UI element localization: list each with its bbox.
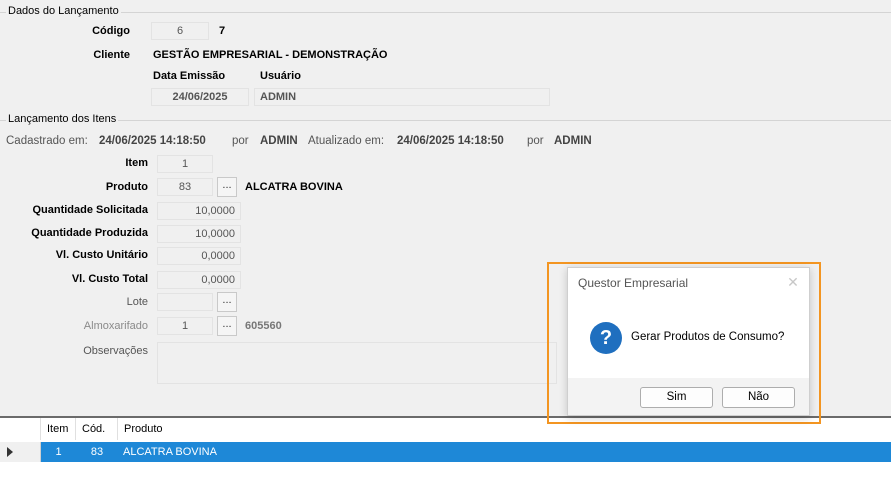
item-field[interactable]: 1 — [157, 155, 213, 173]
lote-field[interactable] — [157, 293, 213, 311]
data-emissao-field[interactable]: 24/06/2025 — [151, 88, 249, 106]
lote-lookup-button[interactable]: ... — [217, 292, 237, 312]
qtd-solicitada-field[interactable]: 10,0000 — [157, 202, 241, 220]
header-section-border — [0, 12, 891, 13]
cliente-value: GESTÃO EMPRESARIAL - DEMONSTRAÇÃO — [153, 49, 388, 61]
items-grid[interactable]: Item Cód. Produto 1 83 ALCATRA BOVINA — [0, 416, 891, 477]
produto-code-field[interactable]: 83 — [157, 178, 213, 196]
vl-custo-total-label: Vl. Custo Total — [71, 273, 148, 285]
grid-cell-cod: 83 — [90, 446, 104, 458]
codigo-label: Código — [92, 25, 130, 37]
cadastrado-value: 24/06/2025 14:18:50 — [99, 135, 206, 147]
confirm-dialog: Questor Empresarial ✕ ? Gerar Produtos d… — [567, 267, 810, 416]
produto-lookup-button[interactable]: ... — [217, 177, 237, 197]
qtd-produzida-field[interactable]: 10,0000 — [157, 225, 241, 243]
dialog-message: Gerar Produtos de Consumo? — [631, 331, 785, 343]
almox-code-field[interactable]: 1 — [157, 317, 213, 335]
qtd-solicitada-label: Quantidade Solicitada — [32, 204, 148, 216]
data-emissao-label: Data Emissão — [153, 70, 226, 82]
cadastrado-label: Cadastrado em: — [6, 135, 88, 147]
vl-custo-unit-label: Vl. Custo Unitário — [55, 249, 148, 261]
close-icon[interactable]: ✕ — [785, 274, 801, 290]
almox-lookup-button[interactable]: ... — [217, 316, 237, 336]
dialog-title: Questor Empresarial — [578, 276, 689, 290]
row-pointer-icon — [7, 447, 13, 457]
por1-label: por — [232, 135, 249, 147]
qtd-produzida-label: Quantidade Produzida — [31, 227, 148, 239]
items-section-border — [0, 120, 891, 121]
por2-value: ADMIN — [554, 135, 592, 147]
produto-name: ALCATRA BOVINA — [245, 181, 343, 193]
question-icon: ? — [590, 322, 622, 354]
dialog-footer: Sim Não — [568, 378, 809, 415]
produto-label: Produto — [105, 181, 148, 193]
obs-textarea[interactable] — [157, 342, 557, 384]
por1-value: ADMIN — [260, 135, 298, 147]
usuario-label: Usuário — [260, 70, 301, 82]
header-section-legend: Dados do Lançamento — [6, 5, 121, 17]
almox-label: Almoxarifado — [83, 320, 148, 332]
cliente-label: Cliente — [93, 49, 130, 61]
grid-header-cod[interactable]: Cód. — [76, 418, 118, 440]
codigo-field[interactable]: 6 — [151, 22, 209, 40]
table-row[interactable]: 1 83 ALCATRA BOVINA — [0, 442, 891, 462]
grid-cell-item: 1 — [55, 446, 62, 458]
por2-label: por — [527, 135, 544, 147]
item-label: Item — [125, 157, 148, 169]
items-section-legend: Lançamento dos Itens — [6, 113, 119, 125]
atualizado-value: 24/06/2025 14:18:50 — [397, 135, 504, 147]
usuario-field[interactable]: ADMIN — [254, 88, 550, 106]
obs-label: Observações — [83, 345, 148, 357]
atualizado-label: Atualizado em: — [308, 135, 385, 147]
vl-custo-total-field[interactable]: 0,0000 — [157, 271, 241, 289]
no-button[interactable]: Não — [722, 387, 795, 408]
vl-custo-unit-field[interactable]: 0,0000 — [157, 247, 241, 265]
row-indicator — [0, 442, 41, 462]
grid-header-item[interactable]: Item — [41, 418, 76, 440]
yes-button[interactable]: Sim — [640, 387, 713, 408]
codigo-extra: 7 — [219, 25, 226, 37]
grid-cell-produto: ALCATRA BOVINA — [123, 446, 217, 458]
lote-label: Lote — [126, 296, 148, 308]
almox-extra: 605560 — [245, 320, 282, 332]
grid-row-indicator-header — [0, 418, 41, 440]
